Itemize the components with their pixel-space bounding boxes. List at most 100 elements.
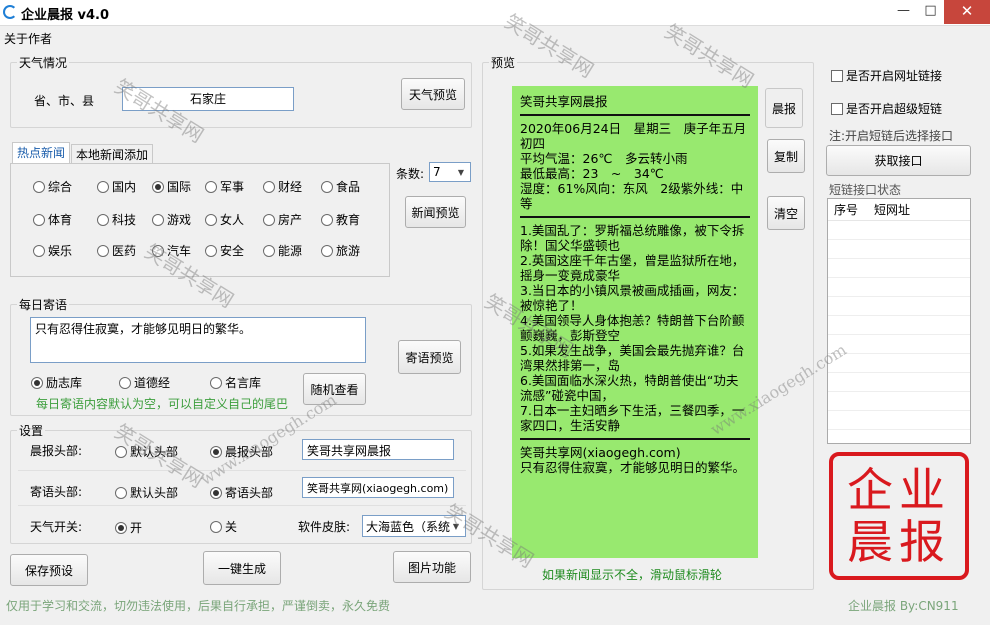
skin-value: 大海蓝色（系统	[366, 519, 451, 534]
news-category-radio[interactable]: 军事	[205, 178, 244, 195]
radio-dot	[97, 180, 109, 193]
list-row	[828, 240, 970, 259]
preview-news-item: 6.美国面临水深火热，特朗普使出“功夫流感”碰瓷中国，	[520, 373, 739, 403]
news-category-label: 国际	[167, 180, 192, 194]
quote-header-custom[interactable]: 寄语头部	[210, 484, 273, 501]
radio-dot	[33, 213, 45, 226]
list-row	[828, 316, 970, 335]
tab-hot-news[interactable]: 热点新闻	[12, 142, 71, 163]
quote-header-input[interactable]: 笑哥共享网(xiaogegh.com)	[302, 477, 454, 498]
news-category-radio[interactable]: 食品	[321, 178, 360, 195]
minimize-button[interactable]: —	[890, 0, 917, 24]
quote-source-3[interactable]: 名言库	[210, 374, 261, 391]
news-category-radio[interactable]: 体育	[33, 211, 72, 228]
get-api-button[interactable]: 获取接口	[826, 145, 971, 176]
random-view-button[interactable]: 随机查看	[303, 373, 366, 405]
quote-preview-button[interactable]: 寄语预览	[398, 340, 461, 374]
image-function-button[interactable]: 图片功能	[393, 551, 471, 583]
news-category-radio[interactable]: 国内	[97, 178, 136, 195]
copy-button[interactable]: 复制	[767, 139, 805, 173]
news-category-label: 房产	[278, 213, 303, 227]
menu-about[interactable]: 关于作者	[4, 30, 52, 47]
news-category-label: 体育	[48, 213, 73, 227]
news-category-radio[interactable]: 科技	[97, 211, 136, 228]
preview-news-item: 3.当日本的小镇风景被画成插画，网友：被惊艳了！	[520, 283, 745, 313]
window-title: 企业晨报 v4.0	[21, 8, 110, 23]
shortlink-list[interactable]: 序号 短网址	[827, 198, 971, 444]
weather-switch-on[interactable]: 开	[115, 519, 142, 536]
logo-seal: 企业 晨报	[829, 452, 969, 580]
count-select[interactable]: 7 ▼	[429, 162, 471, 182]
clear-button[interactable]: 清空	[767, 196, 805, 230]
morning-header-input[interactable]: 笑哥共享网晨报	[302, 439, 454, 460]
radio-dot	[31, 376, 43, 389]
skin-select[interactable]: 大海蓝色（系统 ▼	[362, 515, 466, 537]
news-category-label: 财经	[278, 180, 303, 194]
news-category-radio[interactable]: 教育	[321, 211, 360, 228]
news-category-label: 医药	[112, 244, 137, 258]
radio-dot	[321, 244, 333, 257]
radio-dot	[33, 244, 45, 257]
radio-dot	[210, 445, 222, 458]
news-category-radio[interactable]: 汽车	[152, 242, 191, 259]
news-category-radio[interactable]: 综合	[33, 178, 72, 195]
news-category-radio[interactable]: 财经	[263, 178, 302, 195]
enable-short-checkbox[interactable]: 是否开启超级短链	[831, 100, 942, 117]
tab-local-news[interactable]: 本地新闻添加	[71, 144, 154, 163]
preview-panel[interactable]: 笑哥共享网晨报 2020年06月24日 星期三 庚子年五月初四 平均气温：26℃…	[512, 86, 758, 558]
weather-preview-button[interactable]: 天气预览	[401, 78, 465, 110]
generate-button[interactable]: 一键生成	[203, 551, 281, 585]
preview-separator	[520, 216, 750, 218]
morning-header-default[interactable]: 默认头部	[115, 443, 178, 460]
status-right: 企业晨报 By:CN911	[848, 599, 959, 613]
enable-url-checkbox[interactable]: 是否开启网址链接	[831, 67, 942, 84]
menu-bar: 关于作者	[0, 27, 990, 47]
news-category-label: 国内	[112, 180, 137, 194]
status-left: 仅用于学习和交流，切勿违法使用，后果自行承担，严谨倒卖，永久免费	[6, 599, 391, 613]
news-category-label: 游戏	[167, 213, 192, 227]
list-row	[828, 354, 970, 373]
region-input[interactable]: 石家庄	[122, 87, 294, 111]
radio-dot	[152, 213, 164, 226]
shortlink-status-label: 短链接口状态	[829, 183, 902, 197]
news-category-radio[interactable]: 医药	[97, 242, 136, 259]
news-category-radio[interactable]: 国际	[152, 178, 191, 195]
quote-source-1[interactable]: 励志库	[31, 374, 82, 391]
morning-header-custom[interactable]: 晨报头部	[210, 443, 273, 460]
radio-dot	[97, 244, 109, 257]
news-category-radio[interactable]: 房产	[263, 211, 302, 228]
morning-report-button[interactable]: 晨报	[765, 88, 803, 128]
news-category-label: 能源	[278, 244, 303, 258]
preview-range: 最低最高：23 ~ 34℃	[520, 166, 664, 181]
preview-separator	[520, 114, 750, 116]
news-category-label: 旅游	[336, 244, 361, 258]
list-row	[828, 278, 970, 297]
radio-dot	[263, 213, 275, 226]
preview-news-item: 2.英国这座千年古堡，曾是监狱所在地，摇身一变竟成豪华	[520, 253, 745, 283]
news-category-radio[interactable]: 游戏	[152, 211, 191, 228]
radio-dot	[152, 244, 164, 257]
list-row	[828, 411, 970, 430]
maximize-button[interactable]: □	[917, 0, 944, 24]
news-category-radio[interactable]: 安全	[205, 242, 244, 259]
radio-dot	[97, 213, 109, 226]
weather-switch-off[interactable]: 关	[210, 518, 237, 535]
radio-dot	[210, 376, 222, 389]
news-preview-button[interactable]: 新闻预览	[405, 196, 466, 228]
list-row	[828, 221, 970, 240]
quote-source-2[interactable]: 道德经	[119, 374, 170, 391]
save-preset-button[interactable]: 保存预设	[10, 554, 88, 586]
radio-dot	[119, 376, 131, 389]
news-category-radio[interactable]: 能源	[263, 242, 302, 259]
radio-dot	[263, 244, 275, 257]
close-button[interactable]: ✕	[944, 0, 990, 24]
news-category-label: 汽车	[167, 244, 192, 258]
preview-news-item: 7.日本一主妇晒乡下生活，三餐四季，一家四口，生活安静	[520, 403, 745, 433]
radio-dot	[115, 521, 127, 534]
news-category-radio[interactable]: 娱乐	[33, 242, 72, 259]
quote-header-label: 寄语头部:	[30, 485, 83, 499]
quote-header-default[interactable]: 默认头部	[115, 484, 178, 501]
news-category-radio[interactable]: 女人	[205, 211, 244, 228]
news-category-radio[interactable]: 旅游	[321, 242, 360, 259]
quote-textarea[interactable]: 只有忍得住寂寞，才能够见明日的繁华。	[30, 317, 366, 363]
